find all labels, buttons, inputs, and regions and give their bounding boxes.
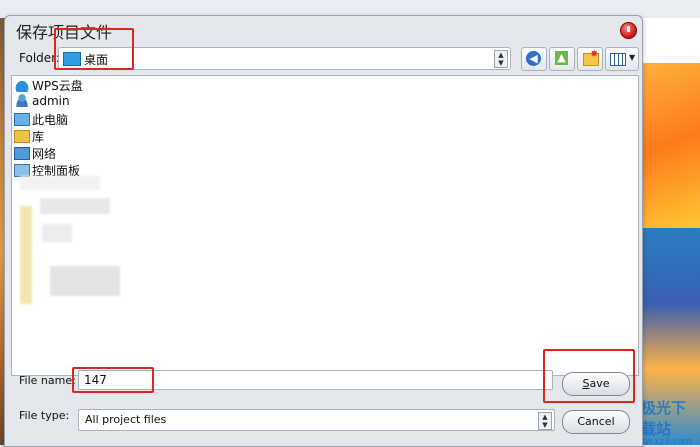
cloud-icon <box>14 79 30 92</box>
up-folder-icon: ▲ <box>555 51 568 65</box>
up-folder-button[interactable]: ▲ <box>549 47 575 71</box>
folder-spinner-icon[interactable]: ▲ ▼ <box>494 50 508 68</box>
file-type-select[interactable]: All project files ▲ ▼ <box>78 409 555 431</box>
list-item[interactable]: WPS云盘 <box>14 77 83 93</box>
list-item[interactable]: 库 <box>14 128 44 144</box>
save-label: ave <box>589 377 610 390</box>
list-item-label: 此电脑 <box>32 113 69 127</box>
list-item-label: 网络 <box>32 147 57 161</box>
view-menu-icon <box>610 53 626 66</box>
list-item[interactable]: admin <box>14 94 70 110</box>
view-menu-button[interactable]: ▼ <box>605 47 639 71</box>
file-name-label: File name: <box>19 374 76 387</box>
watermark-url: www.xz7.com <box>641 437 692 445</box>
list-item-label: 库 <box>32 130 45 144</box>
back-button[interactable]: ◀ <box>521 47 547 71</box>
cancel-button[interactable]: Cancel <box>562 410 630 434</box>
file-name-input[interactable]: 147 <box>78 370 553 390</box>
folder-label: Folder: <box>19 51 60 65</box>
user-icon <box>14 94 30 107</box>
back-icon: ◀ <box>526 51 541 66</box>
new-folder-button[interactable]: ✸ <box>577 47 603 71</box>
network-icon <box>14 147 30 160</box>
computer-icon <box>14 113 30 126</box>
folder-value: 桌面 <box>84 53 109 67</box>
background-image-right: 极光下载站 www.xz7.com <box>641 18 700 445</box>
blurred-items <box>20 176 120 304</box>
folder-select[interactable]: 桌面 ▲ ▼ <box>58 47 511 70</box>
close-icon[interactable] <box>620 22 637 39</box>
watermark-text: 极光下载站 <box>641 399 687 438</box>
file-type-value: All project files <box>85 413 167 426</box>
star-icon: ✸ <box>590 49 599 60</box>
list-item[interactable]: 网络 <box>14 145 56 161</box>
file-type-spinner-icon[interactable]: ▲ ▼ <box>538 412 552 430</box>
chevron-down-icon: ▼ <box>629 53 636 62</box>
list-item[interactable]: 此电脑 <box>14 111 68 127</box>
file-type-label: File type: <box>19 409 70 422</box>
save-project-dialog: 保存项目文件 Folder: 桌面 ▲ ▼ ◀ ▲ ✸ ▼ WPS云盘 admin… <box>4 15 643 447</box>
desktop-folder-icon <box>63 52 81 66</box>
library-icon <box>14 130 30 143</box>
list-item-label: admin <box>32 94 70 108</box>
save-button[interactable]: Save <box>562 372 630 396</box>
file-list[interactable]: WPS云盘 admin 此电脑 库 网络 控制面板 <box>11 75 639 376</box>
dialog-titlebar[interactable]: 保存项目文件 <box>5 16 642 42</box>
dialog-title: 保存项目文件 <box>16 23 113 42</box>
list-item-label: WPS云盘 <box>32 79 83 93</box>
